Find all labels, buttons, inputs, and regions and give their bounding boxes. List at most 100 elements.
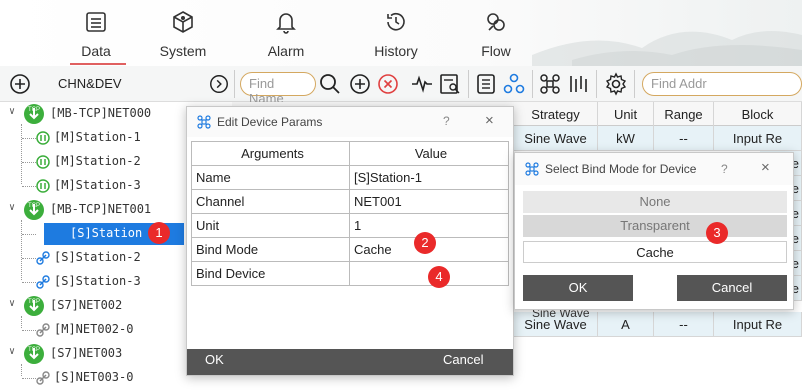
tree-device-net002-0[interactable]: [M]NET002-0 [0, 318, 186, 342]
background-row-fragment: Sine Wave [532, 310, 590, 320]
tab-flow[interactable]: Flow [456, 0, 536, 66]
tcp-channel-icon: TCP [24, 200, 44, 220]
tab-history[interactable]: History [356, 0, 436, 66]
master-device-icon [36, 155, 50, 169]
tree-device-s-station-3[interactable]: [S]Station-3 [0, 270, 186, 294]
table-cell[interactable]: Input Re [714, 126, 802, 151]
tree-item-label: [S]Station [70, 226, 143, 240]
document-icon[interactable] [474, 72, 498, 96]
col-range[interactable]: Range [654, 102, 714, 126]
tree-branch-line [22, 234, 36, 235]
search-list-icon[interactable] [438, 72, 462, 96]
history-clock-icon [387, 12, 405, 31]
param-value[interactable]: NET001 [349, 189, 509, 214]
tree-branch-line [22, 258, 36, 259]
table-cell[interactable]: Sine Wave [514, 126, 598, 151]
find-addr-input[interactable]: Find Addr [642, 72, 802, 96]
tab-system[interactable]: System [143, 0, 223, 66]
data-list-icon [86, 12, 106, 32]
find-name-input[interactable]: Find Name [240, 72, 316, 106]
tree-device-station-2[interactable]: [M]Station-2 [0, 150, 186, 174]
tab-data-label: Data [81, 43, 111, 59]
col-arguments: Arguments [191, 141, 350, 166]
tree-device-station-3[interactable]: [M]Station-3 [0, 174, 186, 198]
bind-mode-icon [197, 115, 211, 129]
tab-alarm-label: Alarm [267, 43, 305, 59]
tab-data[interactable]: Data [56, 0, 136, 66]
ok-button[interactable]: OK [205, 352, 224, 372]
slave-link-icon [36, 251, 50, 265]
param-row-unit: Unit 1 [191, 213, 509, 238]
param-row-channel: Channel NET001 [191, 189, 509, 214]
help-button[interactable]: ? [443, 114, 450, 128]
tree-channel-net001[interactable]: ∨ TCP [MB-TCP]NET001 [0, 198, 186, 222]
params-table: Arguments Value Name [S]Station-1 Channe… [191, 141, 509, 286]
svg-text:TCP: TCP [28, 299, 40, 305]
cancel-button[interactable]: Cancel [443, 352, 483, 372]
slave-link-icon [36, 275, 50, 289]
collapse-panel-icon[interactable] [208, 72, 230, 96]
col-block[interactable]: Block [714, 102, 802, 126]
table-cell[interactable]: Input Re [714, 312, 802, 337]
select-bind-mode-dialog: Select Bind Mode for Device ? × None Tra… [514, 152, 794, 310]
expand-caret-icon[interactable]: ∨ [9, 298, 15, 309]
tree-channel-net000[interactable]: ∨ TCP [MB-TCP]NET000 [0, 102, 186, 126]
dialog-title: Edit Device Params [217, 115, 323, 129]
tree-item-label: [M]Station-1 [54, 130, 141, 144]
tree-branch-line [22, 138, 36, 139]
cancel-button[interactable]: Cancel [677, 275, 787, 301]
search-icon[interactable] [318, 72, 342, 96]
tree-branch-line [22, 282, 36, 283]
expand-caret-icon[interactable]: ∨ [9, 202, 15, 213]
expand-caret-icon[interactable]: ∨ [9, 346, 15, 357]
add-channel-icon[interactable] [8, 72, 32, 96]
settings-gear-icon[interactable] [604, 72, 628, 96]
delete-icon[interactable] [376, 72, 400, 96]
col-value: Value [349, 141, 509, 166]
toolbar: CHN&DEV Find Name Find Addr [0, 66, 802, 106]
annotation-badge-4: 4 [428, 266, 450, 288]
param-arg: Channel [191, 189, 350, 214]
tree-channel-net002[interactable]: ∨ TCP [S7]NET002 [0, 294, 186, 318]
param-value[interactable]: [S]Station-1 [349, 165, 509, 190]
toolbar-divider [468, 70, 469, 98]
tree-device-station-1[interactable]: [M]Station-1 [0, 126, 186, 150]
tree-item-label: [S]NET003-0 [54, 370, 134, 384]
system-cube-icon [173, 11, 193, 33]
option-none[interactable]: None [523, 191, 787, 213]
tab-alarm[interactable]: Alarm [246, 0, 326, 66]
table-cell[interactable]: kW [598, 126, 654, 151]
expand-caret-icon[interactable]: ∨ [9, 106, 15, 117]
tree-branch-line [22, 378, 36, 379]
tree-item-label: [MB-TCP]NET000 [50, 106, 152, 120]
tree-device-s-station-2[interactable]: [S]Station-2 [0, 246, 186, 270]
option-transparent[interactable]: Transparent [523, 215, 787, 237]
columns-icon[interactable] [566, 72, 590, 96]
col-strategy[interactable]: Strategy [514, 102, 598, 126]
close-icon[interactable]: × [761, 159, 770, 176]
bind-mode-icon [525, 162, 539, 176]
close-icon[interactable]: × [485, 112, 494, 129]
table-cell[interactable]: -- [654, 126, 714, 151]
add-icon[interactable] [348, 72, 372, 96]
param-arg: Bind Device [191, 261, 350, 286]
waveform-icon[interactable] [410, 72, 434, 96]
option-cache[interactable]: Cache [523, 241, 787, 263]
dialog-title: Select Bind Mode for Device [545, 162, 697, 176]
tcp-channel-icon: TCP [24, 296, 44, 316]
tree-item-label: [S]Station-2 [54, 250, 141, 264]
table-cell[interactable]: -- [654, 312, 714, 337]
bind-mode-icon[interactable] [538, 72, 562, 96]
network-icon[interactable] [502, 72, 526, 96]
col-unit[interactable]: Unit [598, 102, 654, 126]
param-row-bind-device: Bind Device [191, 261, 509, 286]
tree-channel-net003[interactable]: ∨ TCP [S7]NET003 [0, 342, 186, 366]
param-arg: Name [191, 165, 350, 190]
help-button[interactable]: ? [721, 162, 728, 176]
tree-device-net003-0[interactable]: [S]NET003-0 [0, 366, 186, 390]
tree-branch-line [22, 186, 36, 187]
tcp-channel-icon: TCP [24, 104, 44, 124]
table-cell[interactable]: A [598, 312, 654, 337]
tree-branch-line [22, 162, 36, 163]
ok-button[interactable]: OK [523, 275, 633, 301]
